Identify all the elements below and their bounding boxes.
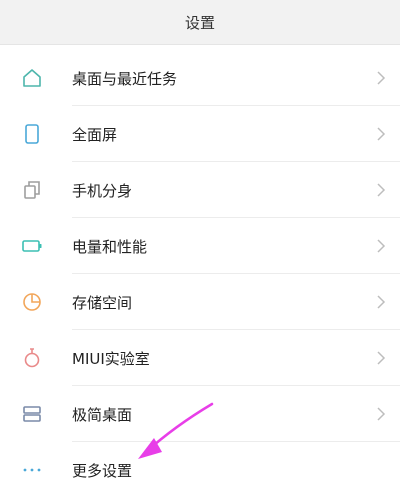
settings-item-dual-apps[interactable]: 手机分身 <box>0 162 400 218</box>
pie-icon <box>23 293 41 311</box>
settings-item-simple-desktop[interactable]: 极简桌面 <box>0 386 400 442</box>
more-icon <box>23 468 41 472</box>
chevron-right-icon <box>377 351 386 365</box>
chevron-right-icon <box>377 71 386 85</box>
settings-item-miui-lab[interactable]: MIUI实验室 <box>0 330 400 386</box>
layout-icon <box>23 406 41 422</box>
settings-item-desktop-recents[interactable]: 桌面与最近任务 <box>0 50 400 106</box>
settings-item-label: 桌面与最近任务 <box>72 69 178 88</box>
chevron-right-icon <box>377 295 386 309</box>
settings-item-label: 手机分身 <box>72 181 133 200</box>
settings-list: 桌面与最近任务 全面屏 手机分身 电量和性能 存储空间 MIUI实验室 极简桌面… <box>0 50 400 498</box>
phone-icon <box>25 124 39 144</box>
settings-item-label: 电量和性能 <box>72 237 148 256</box>
settings-item-label: 极简桌面 <box>72 405 133 424</box>
battery-icon <box>22 240 42 252</box>
settings-item-label: 更多设置 <box>72 461 133 480</box>
chevron-right-icon <box>377 239 386 253</box>
header-bar: 设置 <box>0 0 400 44</box>
settings-item-label: MIUI实验室 <box>72 349 150 368</box>
settings-item-label: 全面屏 <box>72 125 118 144</box>
settings-item-storage[interactable]: 存储空间 <box>0 274 400 330</box>
chevron-right-icon <box>377 127 386 141</box>
chevron-right-icon <box>377 183 386 197</box>
home-icon <box>23 69 41 87</box>
settings-item-battery-performance[interactable]: 电量和性能 <box>0 218 400 274</box>
header-divider <box>0 44 400 45</box>
settings-item-fullscreen[interactable]: 全面屏 <box>0 106 400 162</box>
settings-item-more-settings[interactable]: 更多设置 <box>0 442 400 498</box>
page-title: 设置 <box>184 13 215 32</box>
flask-icon <box>24 348 40 368</box>
settings-item-label: 存储空间 <box>72 293 133 312</box>
clone-icon <box>24 181 40 199</box>
chevron-right-icon <box>377 407 386 421</box>
